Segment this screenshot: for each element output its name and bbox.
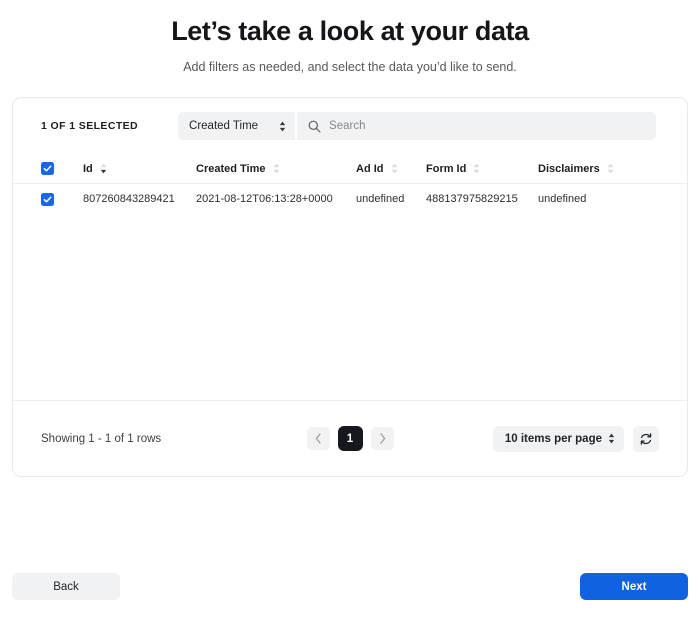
column-label-form-id: Form Id	[426, 162, 467, 175]
column-label-disclaimers: Disclaimers	[538, 162, 600, 175]
footer-controls: 10 items per page	[492, 425, 659, 452]
row-select-cell[interactable]	[41, 192, 83, 206]
column-header-id[interactable]: Id	[83, 163, 196, 175]
items-per-page-value: 10 items per page	[504, 432, 602, 445]
column-header-created-time[interactable]: Created Time	[196, 163, 356, 175]
page-button-1[interactable]: 1	[337, 426, 363, 451]
cell-ad-id: undefined	[356, 193, 405, 205]
column-header-form-id[interactable]: Form Id	[426, 163, 538, 175]
page-title: Let’s take a look at your data	[171, 16, 529, 46]
cell-form-id: 488137975829215	[426, 193, 518, 205]
cell-created-time: 2021-08-12T06:13:28+0000	[196, 193, 333, 205]
cell-id: 807260843289421	[83, 193, 175, 205]
page-heading: Let’s take a look at your data Add filte…	[0, 0, 700, 75]
column-label-id: Id	[83, 162, 93, 175]
row-checkbox[interactable]	[41, 192, 54, 206]
filter-field-select[interactable]: Created Time	[178, 112, 296, 140]
chevron-left-icon	[315, 433, 321, 444]
search-icon	[308, 120, 321, 133]
page-subtitle: Add filters as needed, and select the da…	[183, 60, 517, 74]
select-all-checkbox[interactable]	[41, 162, 54, 175]
cell-disclaimers: undefined	[538, 193, 587, 205]
table-footer: Showing 1 - 1 of 1 rows 1 10 items per p…	[13, 400, 687, 476]
back-button[interactable]: Back	[12, 573, 120, 600]
prev-page-button[interactable]	[306, 427, 330, 450]
sort-arrows-icon[interactable]	[391, 163, 398, 174]
column-label-ad-id: Ad Id	[356, 162, 384, 175]
data-table-card: 1 OF 1 SELECTED Created Time Search Id C…	[12, 97, 688, 477]
search-placeholder: Search	[329, 120, 366, 132]
filter-field-value: Created Time	[189, 120, 259, 132]
next-page-button[interactable]	[370, 427, 394, 450]
column-label-created-time: Created Time	[196, 162, 266, 175]
chevron-updown-icon	[608, 433, 615, 444]
sort-arrows-icon[interactable]	[607, 163, 614, 174]
table-row[interactable]: 807260843289421 2021-08-12T06:13:28+0000…	[13, 184, 687, 214]
chevron-right-icon	[379, 433, 385, 444]
sort-arrows-icon[interactable]	[100, 163, 107, 174]
column-header-disclaimers[interactable]: Disclaimers	[538, 163, 658, 175]
column-header-ad-id[interactable]: Ad Id	[356, 163, 426, 175]
select-all-cell[interactable]	[41, 162, 83, 175]
search-input[interactable]: Search	[297, 112, 657, 140]
search-group: Created Time Search	[178, 112, 657, 140]
data-table: Id Created Time Ad Id Form Id Disclaimer…	[13, 154, 687, 214]
showing-rows-label: Showing 1 - 1 of 1 rows	[41, 432, 162, 445]
selected-count-label: 1 OF 1 SELECTED	[41, 120, 139, 132]
sort-arrows-icon[interactable]	[473, 163, 480, 174]
table-header-row: Id Created Time Ad Id Form Id Disclaimer…	[13, 154, 687, 184]
data-review-screen: Let’s take a look at your data Add filte…	[0, 0, 700, 620]
refresh-button[interactable]	[633, 425, 659, 452]
refresh-icon	[640, 432, 652, 445]
chevron-updown-icon	[279, 121, 286, 132]
table-toolbar: 1 OF 1 SELECTED Created Time Search	[13, 98, 687, 154]
items-per-page-select[interactable]: 10 items per page	[492, 425, 624, 452]
next-button[interactable]: Next	[580, 573, 688, 600]
sort-arrows-icon[interactable]	[273, 163, 280, 174]
